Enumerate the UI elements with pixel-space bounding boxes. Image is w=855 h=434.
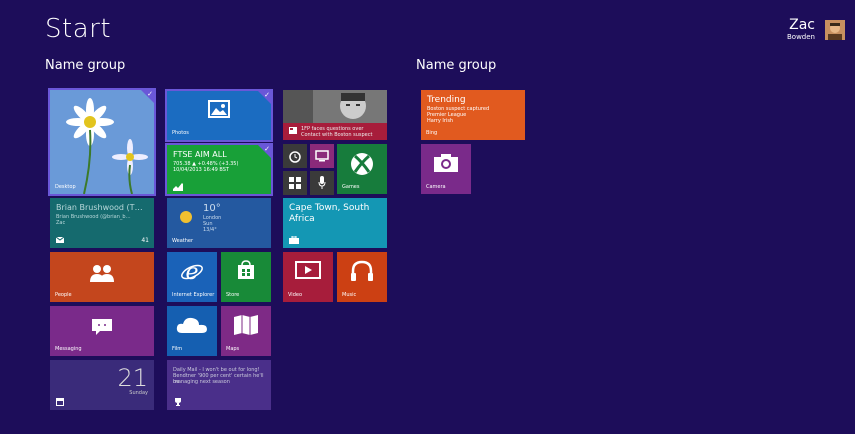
tile-maps[interactable]: Maps (221, 306, 271, 356)
tile-label: Bing (426, 130, 438, 136)
tile-messaging[interactable]: Messaging (50, 306, 154, 356)
suitcase-icon (289, 236, 299, 244)
tile-bing[interactable]: Trending Boston suspect captured Premier… (421, 90, 525, 140)
group-label-1[interactable]: Name group (45, 58, 125, 73)
svg-text:e: e (185, 260, 198, 283)
weather-range: 13/4° (203, 227, 217, 233)
tile-calendar[interactable]: 21 Sunday (50, 360, 154, 410)
mail-subject: Brian Brushwood (@brian_b… (56, 214, 131, 220)
calendar-icon (56, 398, 64, 406)
shopping-bag-icon (238, 260, 254, 279)
news-icon (289, 127, 297, 134)
tile-sound-recorder[interactable] (310, 171, 334, 195)
weather-temperature: 10° (203, 203, 221, 214)
xbox-icon (351, 153, 373, 175)
finance-title: FTSE AIM ALL (173, 150, 227, 159)
tile-calculator[interactable] (283, 171, 307, 195)
mail-preview: Zac (56, 220, 66, 226)
calculator-icon (289, 177, 301, 189)
headphones-icon (351, 260, 373, 281)
tile-label: Camera (426, 184, 446, 190)
calendar-weekday: Sunday (129, 390, 148, 396)
tile-camera[interactable]: Camera (421, 144, 471, 194)
chat-bubble-icon (92, 319, 112, 335)
tile-label: Maps (226, 346, 240, 352)
tile-label: People (55, 292, 72, 298)
tile-remote-desktop[interactable] (310, 144, 334, 168)
avatar[interactable] (825, 20, 845, 40)
tile-video[interactable]: Video (283, 252, 333, 302)
sun-icon (180, 211, 192, 223)
tile-people[interactable]: People (50, 252, 154, 302)
user-subtitle: Bowden (787, 33, 815, 41)
people-icon (90, 265, 114, 282)
mail-sender: Brian Brushwood (T… (56, 203, 143, 212)
tile-label: Film (172, 346, 183, 352)
tile-mail[interactable]: Brian Brushwood (T… Brian Brushwood (@br… (50, 198, 154, 248)
calendar-day: 21 (117, 364, 148, 392)
group-label-2[interactable]: Name group (416, 58, 496, 73)
tile-label: Internet Explorer (172, 292, 215, 298)
tile-games[interactable]: Games (337, 144, 387, 194)
user-account[interactable]: Zac Bowden (787, 18, 815, 42)
page-title: Start (45, 14, 112, 44)
alarm-clock-icon (289, 151, 301, 163)
news-subline: Contact with Boston suspect (301, 132, 373, 138)
tile-label: Desktop (55, 184, 76, 190)
tile-label: Games (342, 184, 360, 190)
bing-trend-3: Harry Irish (427, 118, 454, 124)
tile-sport[interactable]: Daily Mail - I won't be out for long! Be… (167, 360, 271, 410)
tile-film[interactable]: Film (167, 306, 217, 356)
daisy-wallpaper-icon (50, 90, 154, 194)
microphone-icon (318, 176, 326, 189)
tile-photos[interactable]: ✓ Photos (165, 89, 273, 142)
travel-destination: Cape Town, South Africa (289, 203, 370, 224)
mail-count: 41 (141, 237, 149, 244)
tile-internet-explorer[interactable]: e Internet Explorer (167, 252, 217, 302)
tile-news-feed[interactable]: 1FP faces questions over Contact with Bo… (283, 90, 387, 140)
map-icon (234, 315, 258, 335)
trophy-icon (175, 398, 181, 406)
envelope-icon (56, 237, 64, 243)
bing-title: Trending (427, 95, 466, 105)
tile-label: Photos (172, 130, 189, 136)
tile-label: Video (288, 292, 303, 298)
tile-label: Music (342, 292, 357, 298)
tile-label: Messaging (55, 346, 82, 352)
sport-subline-2: managing next season (173, 379, 230, 385)
user-name: Zac (789, 17, 815, 33)
finance-timestamp: 10/04/2013 16:49 BST (173, 167, 229, 173)
camera-icon (434, 154, 458, 172)
tile-music[interactable]: Music (337, 252, 387, 302)
tile-travel[interactable]: Cape Town, South Africa (283, 198, 387, 248)
tile-store[interactable]: Store (221, 252, 271, 302)
screen-icon (315, 150, 329, 162)
play-icon (295, 261, 321, 279)
stock-chart-icon (173, 183, 183, 191)
picture-icon (208, 100, 230, 118)
tile-label: Weather (172, 238, 194, 244)
tile-label: Store (226, 292, 240, 298)
cloud-icon (176, 317, 207, 333)
tile-desktop[interactable]: ✓ Desktop (48, 88, 156, 196)
tile-weather[interactable]: 10° London Sun 13/4° Weather (167, 198, 271, 248)
internet-explorer-icon: e (181, 260, 203, 283)
tile-alarms[interactable] (283, 144, 307, 168)
tile-finance[interactable]: FTSE AIM ALL 705.38 ▲ +0.48% (+3.35) 10/… (165, 143, 273, 196)
profile-photo-icon (283, 90, 387, 123)
